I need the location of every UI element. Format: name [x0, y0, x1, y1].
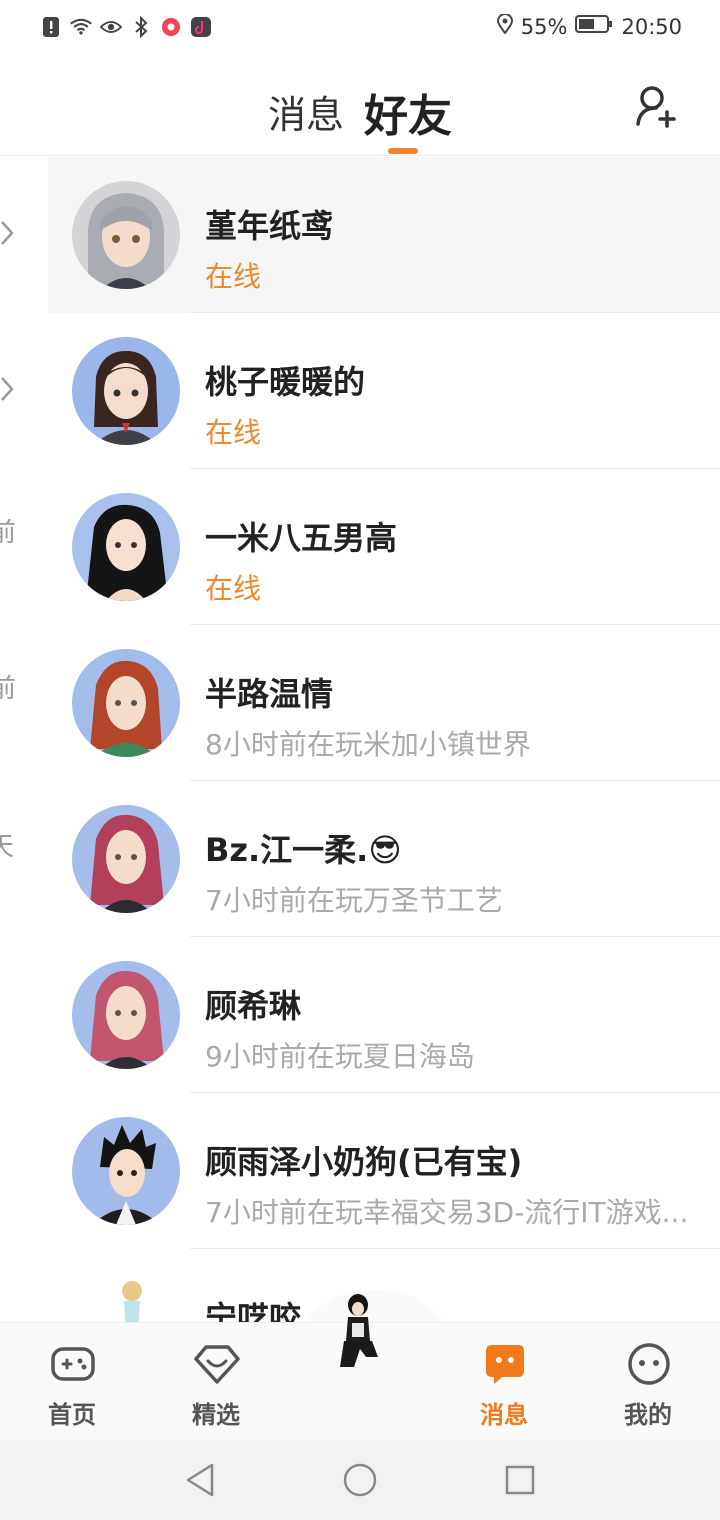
avatar[interactable] [72, 493, 180, 601]
tab-friends[interactable]: 好友 [364, 80, 452, 144]
nav-featured-label: 精选 [192, 1401, 240, 1429]
friend-name: 半路温情 [205, 675, 334, 713]
peek-text: 前 [0, 518, 17, 548]
friend-status: 7小时前在玩万圣节工艺 [205, 884, 503, 917]
friend-status: 9小时前在玩夏日海岛 [205, 1040, 475, 1073]
active-tab-indicator [388, 148, 418, 154]
home-circle-icon[interactable] [342, 1462, 378, 1498]
friend-status: 8小时前在玩米加小镇世界 [205, 728, 531, 761]
friend-row[interactable]: 一米八五男高 在线 [48, 469, 720, 625]
friend-row[interactable]: 顾雨泽小奶狗(已有宝) 7小时前在玩幸福交易3D-流行IT游戏... [48, 1093, 720, 1249]
friend-status: 在线 [205, 572, 262, 605]
peek-chevron-icon [0, 376, 30, 409]
heart-diamond-icon [194, 1345, 240, 1384]
back-icon[interactable] [184, 1462, 216, 1498]
smiley-face-icon [628, 1343, 670, 1385]
add-user-icon [636, 86, 676, 128]
nav-avatar-center[interactable] [310, 1294, 410, 1441]
avatar[interactable] [72, 1117, 180, 1225]
nav-messages[interactable]: 消息 [454, 1323, 554, 1441]
bottom-nav: 首页 精选 消息 我的 [0, 1294, 720, 1441]
friend-list: 堇年纸鸢 在线 桃子暖暖的 在线 一米八五男高 在线 半路温情 8小时前在玩米加… [48, 157, 720, 1405]
system-nav-bar [0, 1440, 720, 1520]
friend-name: 顾希琳 [205, 987, 302, 1025]
wifi-icon [70, 16, 92, 38]
nav-home[interactable]: 首页 [22, 1323, 122, 1441]
avatar[interactable] [72, 337, 180, 445]
friend-name: 堇年纸鸢 [205, 207, 334, 245]
friend-status: 7小时前在玩幸福交易3D-流行IT游戏... [205, 1196, 689, 1229]
tiktok-icon [190, 16, 212, 38]
clock: 20:50 [621, 14, 682, 39]
friend-name: 顾雨泽小奶狗(已有宝) [205, 1143, 523, 1181]
nav-mine[interactable]: 我的 [598, 1323, 698, 1441]
peek-chevron-icon [0, 220, 30, 253]
friend-row[interactable]: 堇年纸鸢 在线 [48, 157, 720, 313]
character-avatar-icon [340, 1294, 378, 1367]
add-friend-button[interactable] [634, 84, 678, 128]
nav-messages-label: 消息 [480, 1401, 528, 1429]
gamepad-icon [51, 1347, 95, 1381]
friend-row[interactable]: 半路温情 8小时前在玩米加小镇世界 [48, 625, 720, 781]
friend-status: 在线 [205, 416, 262, 449]
app-notification-icon [160, 16, 182, 38]
recents-icon[interactable] [504, 1464, 536, 1496]
peek-text: 天 [0, 832, 15, 862]
battery-percent: 55% [520, 14, 568, 39]
friend-row[interactable]: 顾希琳 9小时前在玩夏日海岛 [48, 937, 720, 1093]
avatar[interactable] [72, 649, 180, 757]
friend-status: 在线 [205, 260, 262, 293]
nav-featured[interactable]: 精选 [166, 1323, 266, 1441]
nav-mine-label: 我的 [624, 1401, 672, 1429]
top-header: 消息 好友 [0, 56, 720, 156]
tab-messages[interactable]: 消息 [268, 84, 344, 139]
friend-name: 一米八五男高 [205, 519, 398, 557]
status-bar: 55% 20:50 [0, 0, 720, 56]
friend-name: Bz.江一柔.😎 [205, 831, 402, 869]
friend-name: 桃子暖暖的 [205, 363, 366, 401]
avatar[interactable] [72, 961, 180, 1069]
chat-bubble-icon [486, 1345, 524, 1384]
bluetooth-icon [130, 16, 152, 38]
avatar[interactable] [72, 805, 180, 913]
notification-alert-icon [40, 16, 62, 38]
location-icon [496, 13, 513, 39]
avatar[interactable] [72, 181, 180, 289]
friend-row[interactable]: Bz.江一柔.😎 7小时前在玩万圣节工艺 [48, 781, 720, 937]
friend-row[interactable]: 桃子暖暖的 在线 [48, 313, 720, 469]
battery-icon [575, 14, 613, 39]
nav-home-label: 首页 [48, 1401, 96, 1429]
peek-text: 前 [0, 674, 17, 704]
eye-comfort-icon [100, 16, 122, 38]
